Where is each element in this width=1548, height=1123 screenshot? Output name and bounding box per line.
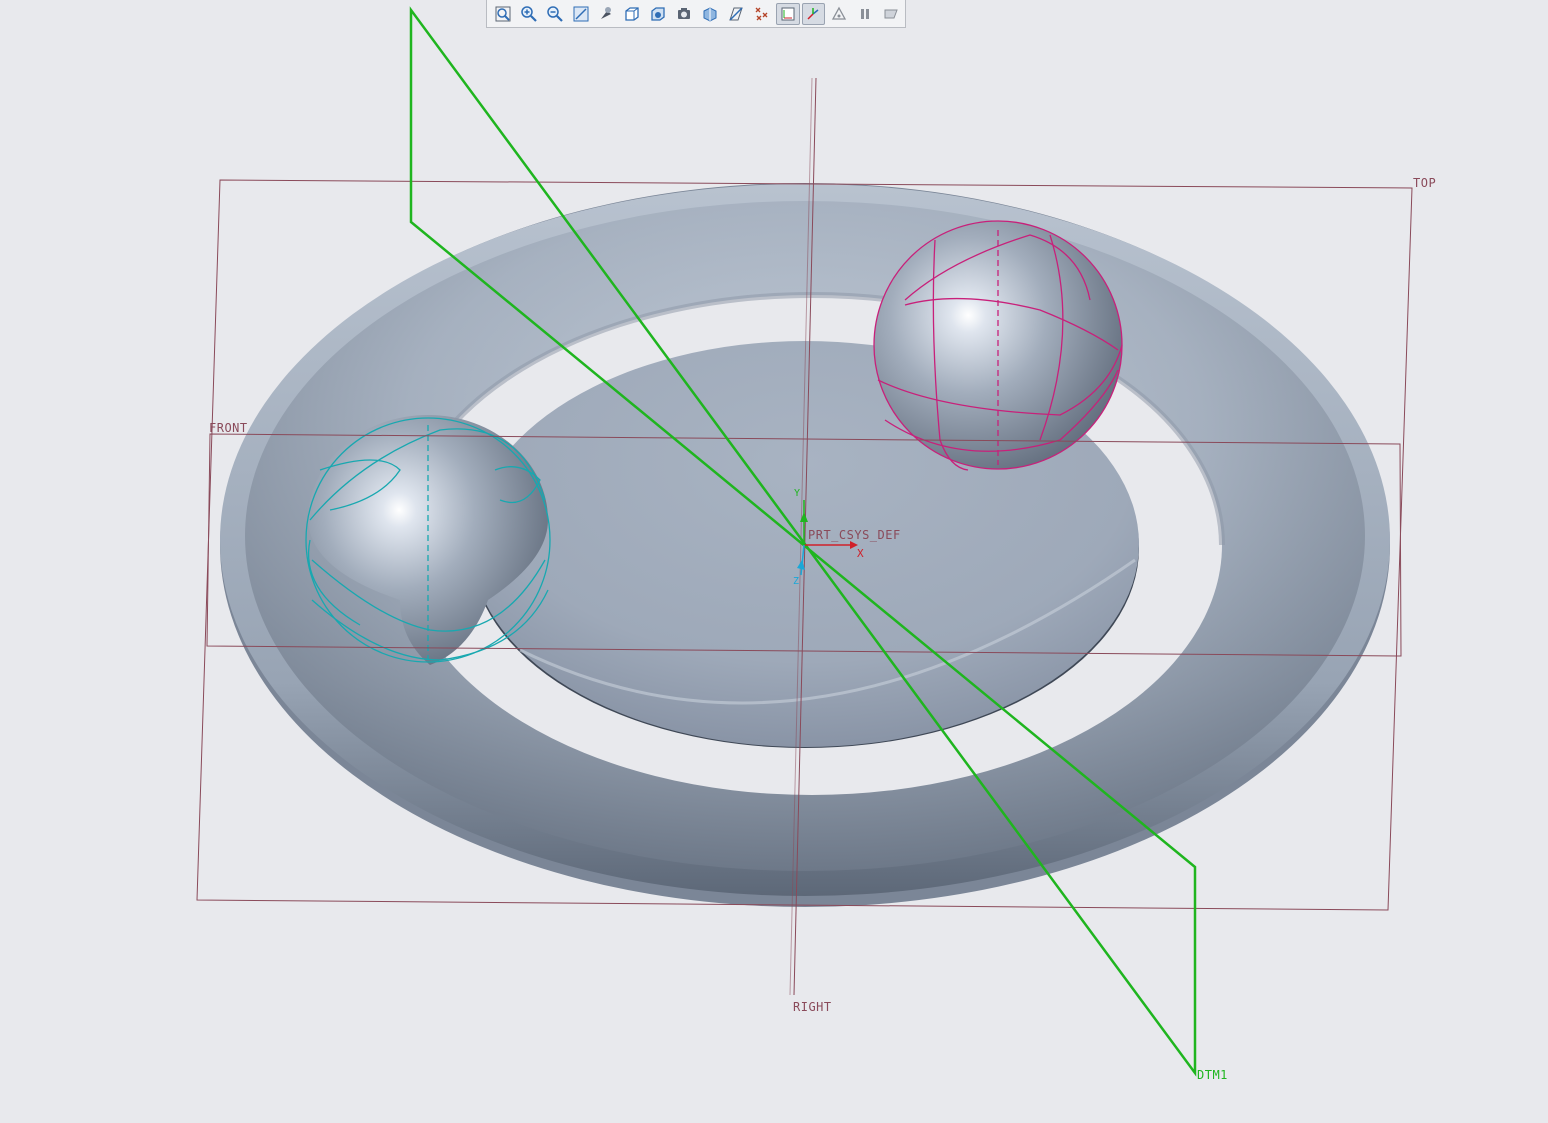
- refit-button[interactable]: [491, 3, 515, 25]
- zoom-out-button[interactable]: [543, 3, 567, 25]
- view-manager-icon: [651, 6, 665, 21]
- spin-center-button[interactable]: [879, 3, 903, 25]
- pause-button[interactable]: [853, 3, 877, 25]
- plane-display-button[interactable]: [724, 3, 748, 25]
- refit-icon: [495, 6, 511, 21]
- section-button[interactable]: [698, 3, 722, 25]
- zoom-in-button[interactable]: [517, 3, 541, 25]
- repaint-icon: [573, 6, 589, 21]
- annotation-display-icon: [832, 6, 847, 20]
- right-sphere-feature[interactable]: [873, 220, 1123, 471]
- label-dtm1[interactable]: DTM1: [1197, 1068, 1228, 1082]
- perspective-icon: [678, 7, 691, 19]
- saved-orientations-button[interactable]: [620, 3, 644, 25]
- label-right[interactable]: RIGHT: [793, 1000, 832, 1014]
- section-icon: [703, 6, 717, 22]
- csys-display-icon: [781, 7, 795, 20]
- view-manager-button[interactable]: [646, 3, 670, 25]
- left-sphere-feature[interactable]: [305, 415, 551, 665]
- label-csys[interactable]: PRT_CSYS_DEF: [808, 528, 901, 542]
- zoom-in-icon: [521, 5, 537, 22]
- axis-display-button[interactable]: [801, 2, 826, 25]
- label-y-axis: Y: [794, 488, 801, 499]
- graphics-toolbar: [486, 0, 906, 28]
- zoom-out-icon: [546, 5, 563, 22]
- csys-display-button[interactable]: [775, 2, 800, 25]
- plane-display-icon: [729, 6, 743, 21]
- perspective-button[interactable]: [672, 3, 696, 25]
- repaint-button[interactable]: [569, 3, 593, 25]
- saved-orientations-icon: [625, 6, 639, 21]
- display-style-icon: [601, 6, 612, 19]
- display-style-button[interactable]: [595, 3, 619, 25]
- label-x-axis: X: [857, 547, 865, 560]
- label-z-axis: Z: [793, 576, 800, 587]
- point-display-icon: [755, 7, 768, 20]
- spin-center-icon: [884, 9, 898, 18]
- graphics-viewport[interactable]: TOP FRONT RIGHT DTM1 PRT_CSYS_DEF X Y Z: [0, 0, 1548, 1119]
- label-front[interactable]: FRONT: [209, 421, 248, 435]
- model-canvas[interactable]: [0, 0, 1548, 1119]
- pause-icon: [861, 8, 870, 19]
- label-top[interactable]: TOP: [1413, 176, 1436, 190]
- axis-display-icon: [807, 7, 819, 20]
- annotation-display-button[interactable]: [827, 3, 851, 25]
- point-display-button[interactable]: [750, 3, 774, 25]
